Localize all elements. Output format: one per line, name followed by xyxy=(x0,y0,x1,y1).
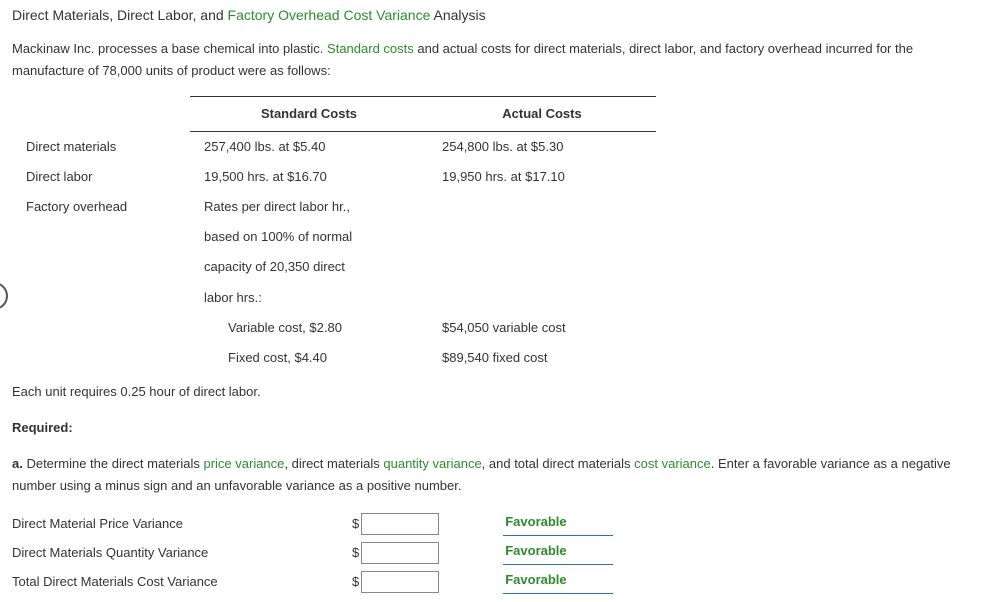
header-standard: Standard Costs xyxy=(190,96,428,131)
required-label: Required: xyxy=(12,417,973,439)
answer-row-quantity: Direct Materials Quantity Variance $ Fav… xyxy=(12,540,973,565)
qa-t1: Determine the direct materials xyxy=(23,456,204,471)
foh-std1: Rates per direct labor hr., xyxy=(190,192,428,222)
table-row: Direct materials 257,400 lbs. at $5.40 2… xyxy=(12,132,656,163)
table-row: Variable cost, $2.80 $54,050 variable co… xyxy=(12,313,656,343)
qa-link-price[interactable]: price variance xyxy=(203,456,284,471)
dm-std: 257,400 lbs. at $5.40 xyxy=(190,132,428,163)
intro-paragraph: Mackinaw Inc. processes a base chemical … xyxy=(12,38,973,82)
qa-t2: , direct materials xyxy=(284,456,383,471)
dm-label: Direct materials xyxy=(12,132,190,163)
answer-row-total: Total Direct Materials Cost Variance $ F… xyxy=(12,569,973,594)
answer-label: Total Direct Materials Cost Variance xyxy=(12,571,352,593)
foh-fix-std: Fixed cost, $4.40 xyxy=(204,347,327,369)
foh-std4: labor hrs.: xyxy=(190,283,428,313)
qa-lead: a. xyxy=(12,456,23,471)
dl-label: Direct labor xyxy=(12,162,190,192)
table-row: based on 100% of normal xyxy=(12,222,656,252)
title-link[interactable]: Factory Overhead Cost Variance xyxy=(228,7,431,23)
header-blank xyxy=(12,96,190,131)
foh-var-act: $54,050 variable cost xyxy=(428,313,656,343)
qa-link-quantity[interactable]: quantity variance xyxy=(383,456,481,471)
cost-table: Standard Costs Actual Costs Direct mater… xyxy=(12,96,656,373)
title-suffix: Analysis xyxy=(430,7,485,23)
side-decoration-arc xyxy=(0,282,8,310)
answer-label: Direct Material Price Variance xyxy=(12,513,352,535)
currency-symbol: $ xyxy=(352,513,359,535)
intro-link[interactable]: Standard costs xyxy=(327,41,414,56)
currency-symbol: $ xyxy=(352,542,359,564)
answer-label: Direct Materials Quantity Variance xyxy=(12,542,352,564)
dm-act: 254,800 lbs. at $5.30 xyxy=(428,132,656,163)
page-title: Direct Materials, Direct Labor, and Fact… xyxy=(12,4,973,28)
question-a: a. Determine the direct materials price … xyxy=(12,453,973,497)
foh-label: Factory overhead xyxy=(12,192,190,222)
dl-std: 19,500 hrs. at $16.70 xyxy=(190,162,428,192)
intro-text-a: Mackinaw Inc. processes a base chemical … xyxy=(12,41,327,56)
currency-symbol: $ xyxy=(352,571,359,593)
unit-note: Each unit requires 0.25 hour of direct l… xyxy=(12,381,973,403)
table-row: labor hrs.: xyxy=(12,283,656,313)
table-row: Direct labor 19,500 hrs. at $16.70 19,95… xyxy=(12,162,656,192)
table-row: Fixed cost, $4.40 $89,540 fixed cost xyxy=(12,343,656,373)
foh-std3: capacity of 20,350 direct xyxy=(190,252,428,282)
foh-fix-act: $89,540 fixed cost xyxy=(428,343,656,373)
header-actual: Actual Costs xyxy=(428,96,656,131)
foh-var-std: Variable cost, $2.80 xyxy=(204,317,342,339)
qa-t3: , and total direct materials xyxy=(482,456,634,471)
dl-act: 19,950 hrs. at $17.10 xyxy=(428,162,656,192)
table-row: capacity of 20,350 direct xyxy=(12,252,656,282)
quantity-variance-input[interactable] xyxy=(361,542,439,564)
quantity-variance-status[interactable]: Favorable xyxy=(503,540,613,565)
table-row: Factory overhead Rates per direct labor … xyxy=(12,192,656,222)
table-header-row: Standard Costs Actual Costs xyxy=(12,96,656,131)
foh-std2: based on 100% of normal xyxy=(190,222,428,252)
title-prefix: Direct Materials, Direct Labor, and xyxy=(12,7,228,23)
total-variance-status[interactable]: Favorable xyxy=(503,569,613,594)
total-variance-input[interactable] xyxy=(361,571,439,593)
price-variance-input[interactable] xyxy=(361,513,439,535)
qa-link-cost[interactable]: cost variance xyxy=(634,456,711,471)
